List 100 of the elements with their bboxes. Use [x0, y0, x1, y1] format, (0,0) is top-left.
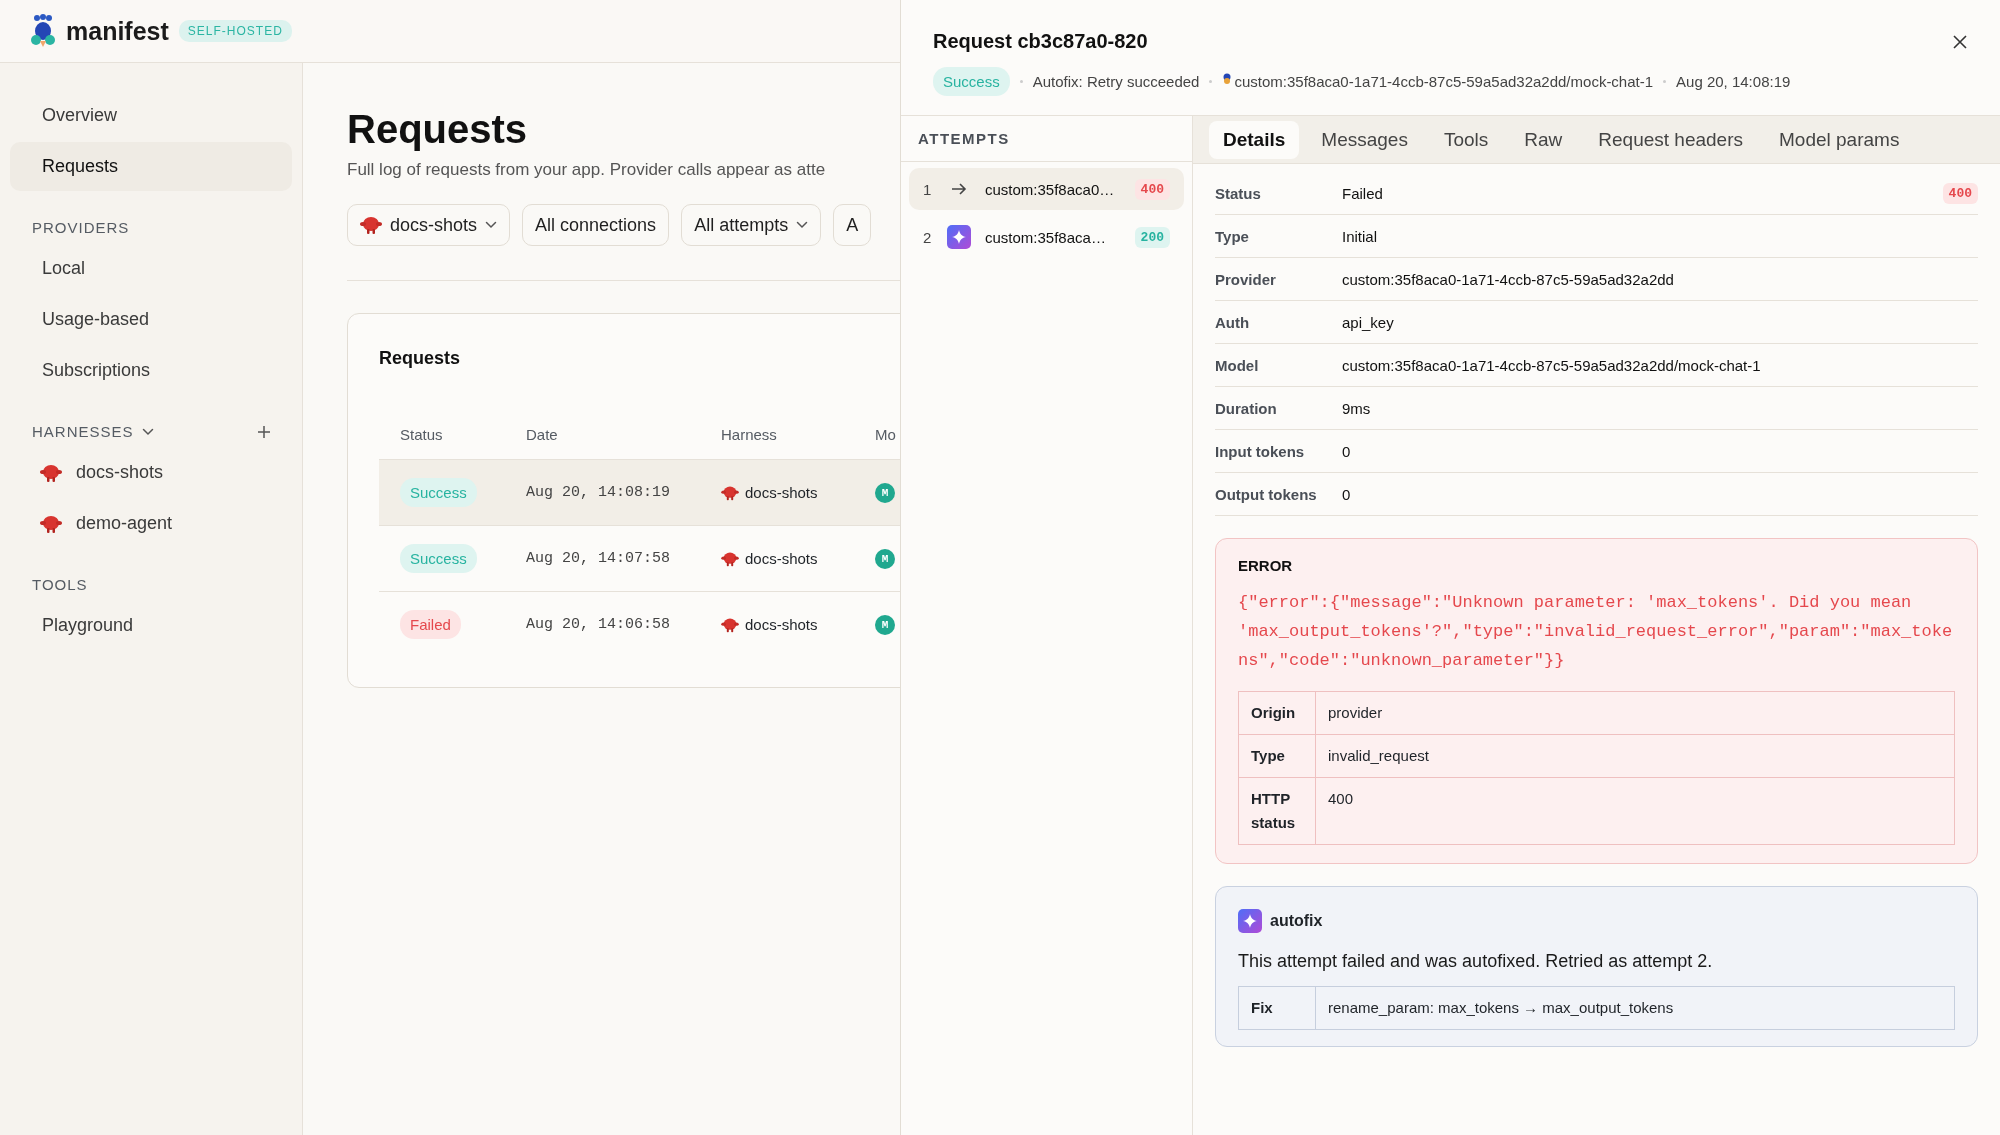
status-code: 400 — [1134, 178, 1170, 200]
edition-tag: SELF-HOSTED — [178, 20, 292, 42]
field-label: Status — [1215, 184, 1262, 202]
section-title: HARNESSES — [32, 423, 134, 440]
panel-title: autofix — [1270, 912, 1323, 930]
tab[interactable]: Messages — [1307, 120, 1422, 159]
status-badge: Success — [400, 544, 477, 573]
autofix-status: Autofix: Retry succeeded — [1032, 73, 1200, 90]
sparkle-icon — [947, 225, 971, 249]
plus-icon[interactable] — [258, 425, 270, 438]
drawer-title: Request cb3c87a0-820 — [933, 30, 1148, 53]
creature-icon — [721, 616, 739, 633]
field-value: rename_param: max_tokens → max_output_tokens — [1327, 998, 1675, 1018]
column-header: Date — [526, 425, 559, 443]
model-avatar: M — [875, 614, 895, 635]
field-label: Model — [1215, 356, 1260, 374]
attempt-provider: custom:35f8aca… — [985, 228, 1107, 246]
field-value: 0 — [1342, 485, 1352, 503]
field-value: custom:35f8aca0-1a71-4ccb-87c5-59a5ad32a2dd — [1342, 270, 1675, 288]
filter-button[interactable]: All connections — [522, 204, 670, 246]
model-avatar: M — [875, 482, 895, 503]
status-badge: Success — [400, 478, 477, 507]
card-title: Requests — [379, 348, 462, 369]
attempt-provider: custom:35f8aca0… — [985, 180, 1116, 198]
page-title: Requests — [347, 107, 529, 152]
close-icon[interactable] — [1952, 34, 1968, 50]
tab[interactable]: Tools — [1429, 120, 1503, 159]
harness-cell: docs-shots — [745, 484, 818, 501]
attempt-item[interactable]: 1 custom:35f8aca0… 400 — [909, 168, 1184, 210]
sidebar-item[interactable]: Overview — [10, 91, 292, 140]
sparkle-icon — [1238, 909, 1262, 933]
field-value: 400 — [1327, 789, 1355, 809]
field-label: Type — [1215, 227, 1250, 245]
tab[interactable]: Raw — [1510, 120, 1577, 159]
table-row[interactable]: Failed Aug 20, 14:06:58 docs-shots M — [379, 592, 900, 657]
tab[interactable]: Request headers — [1584, 120, 1757, 159]
panel-title: ERROR — [1238, 557, 1294, 574]
bird-logo — [30, 14, 56, 48]
harness-item[interactable]: docs-shots — [10, 448, 292, 497]
model-name: custom:35f8aca0-1a71-4ccb-87c5-59a5ad32a2dd/mock-chat-1 — [1234, 73, 1654, 90]
filter-button[interactable]: All attempts — [681, 204, 822, 246]
request-time: Aug 20, 14:08:19 — [1676, 73, 1791, 90]
creature-icon — [360, 215, 382, 235]
brand-name: manifest — [66, 16, 169, 46]
attempt-number: 2 — [923, 228, 933, 246]
harness-item[interactable]: demo-agent — [10, 499, 292, 548]
status-code: 200 — [1134, 226, 1170, 248]
sidebar-item[interactable]: Subscriptions — [10, 346, 292, 395]
field-value: custom:35f8aca0-1a71-4ccb-87c5-59a5ad32a2dd/mock-chat-1 — [1342, 356, 1762, 374]
date-cell-text: Aug 20, 14:06:58 — [526, 616, 672, 633]
status-code: 400 — [1942, 182, 1978, 204]
filter-button[interactable]: A — [833, 204, 872, 246]
harness-cell: docs-shots — [745, 616, 818, 633]
date-cell-text: Aug 20, 14:08:19 — [526, 484, 672, 501]
sidebar-item[interactable]: Usage-based — [10, 295, 292, 344]
status-badge: Failed — [400, 610, 461, 639]
date-cell-text: Aug 20, 14:07:58 — [526, 550, 672, 567]
harness-name: docs-shots — [76, 462, 164, 483]
creature-icon — [721, 484, 739, 501]
field-value: api_key — [1342, 313, 1395, 331]
attempt-item[interactable]: 2 custom:35f8aca… 200 — [909, 216, 1184, 258]
section-title: TOOLS — [32, 576, 88, 593]
tab[interactable]: Details — [1209, 120, 1300, 159]
bird-icon — [1222, 73, 1233, 85]
field-value: Initial — [1342, 227, 1379, 245]
field-label: Origin — [1239, 692, 1316, 734]
field-label: HTTP status — [1239, 778, 1316, 844]
page-description: Full log of requests from your app. Provider calls appear as atte — [347, 160, 827, 180]
tab[interactable]: Model params — [1765, 120, 1914, 159]
status-badge: Success — [933, 67, 1010, 96]
creature-icon — [721, 550, 739, 567]
column-header: Harness — [721, 425, 778, 443]
field-label: Output tokens — [1215, 485, 1318, 503]
field-value: 0 — [1342, 442, 1352, 460]
table-row[interactable]: Success Aug 20, 14:08:19 docs-shots M — [379, 460, 900, 526]
chevron-down-icon — [485, 221, 498, 229]
error-message: {"error":{"message":"Unknown parameter: 'max_tokens'. Did you mean 'max_output_tokens'?","type":"invalid_request_error","param":"max_tokens","code":"unknown_parameter"}} — [1238, 592, 1954, 672]
column-header: Status — [400, 425, 444, 443]
harness-cell: docs-shots — [745, 550, 818, 567]
filter-button[interactable]: docs-shots — [347, 204, 511, 246]
sidebar-item[interactable]: Requests — [10, 142, 292, 191]
field-value: 9ms — [1342, 399, 1372, 417]
sidebar-item[interactable]: Playground — [10, 601, 292, 650]
harness-name: demo-agent — [76, 513, 173, 534]
sidebar-item[interactable]: Local — [10, 244, 292, 293]
model-avatar: M — [875, 548, 895, 569]
field-label: Duration — [1215, 399, 1278, 417]
chevron-down-icon — [796, 221, 809, 229]
field-value: provider — [1327, 703, 1384, 723]
field-label: Provider — [1215, 270, 1277, 288]
field-label: Fix — [1239, 987, 1316, 1029]
column-header: Mo — [875, 425, 897, 443]
field-value: invalid_request — [1327, 746, 1430, 766]
field-value: Failed — [1342, 184, 1384, 202]
field-label: Input tokens — [1215, 442, 1306, 460]
field-label: Auth — [1215, 313, 1251, 331]
field-label: Type — [1239, 735, 1316, 777]
section-title: PROVIDERS — [32, 219, 130, 236]
attempts-title: ATTEMPTS — [901, 116, 1192, 162]
autofix-description: This attempt failed and was autofixed. Retried as attempt 2. — [1238, 951, 1714, 972]
